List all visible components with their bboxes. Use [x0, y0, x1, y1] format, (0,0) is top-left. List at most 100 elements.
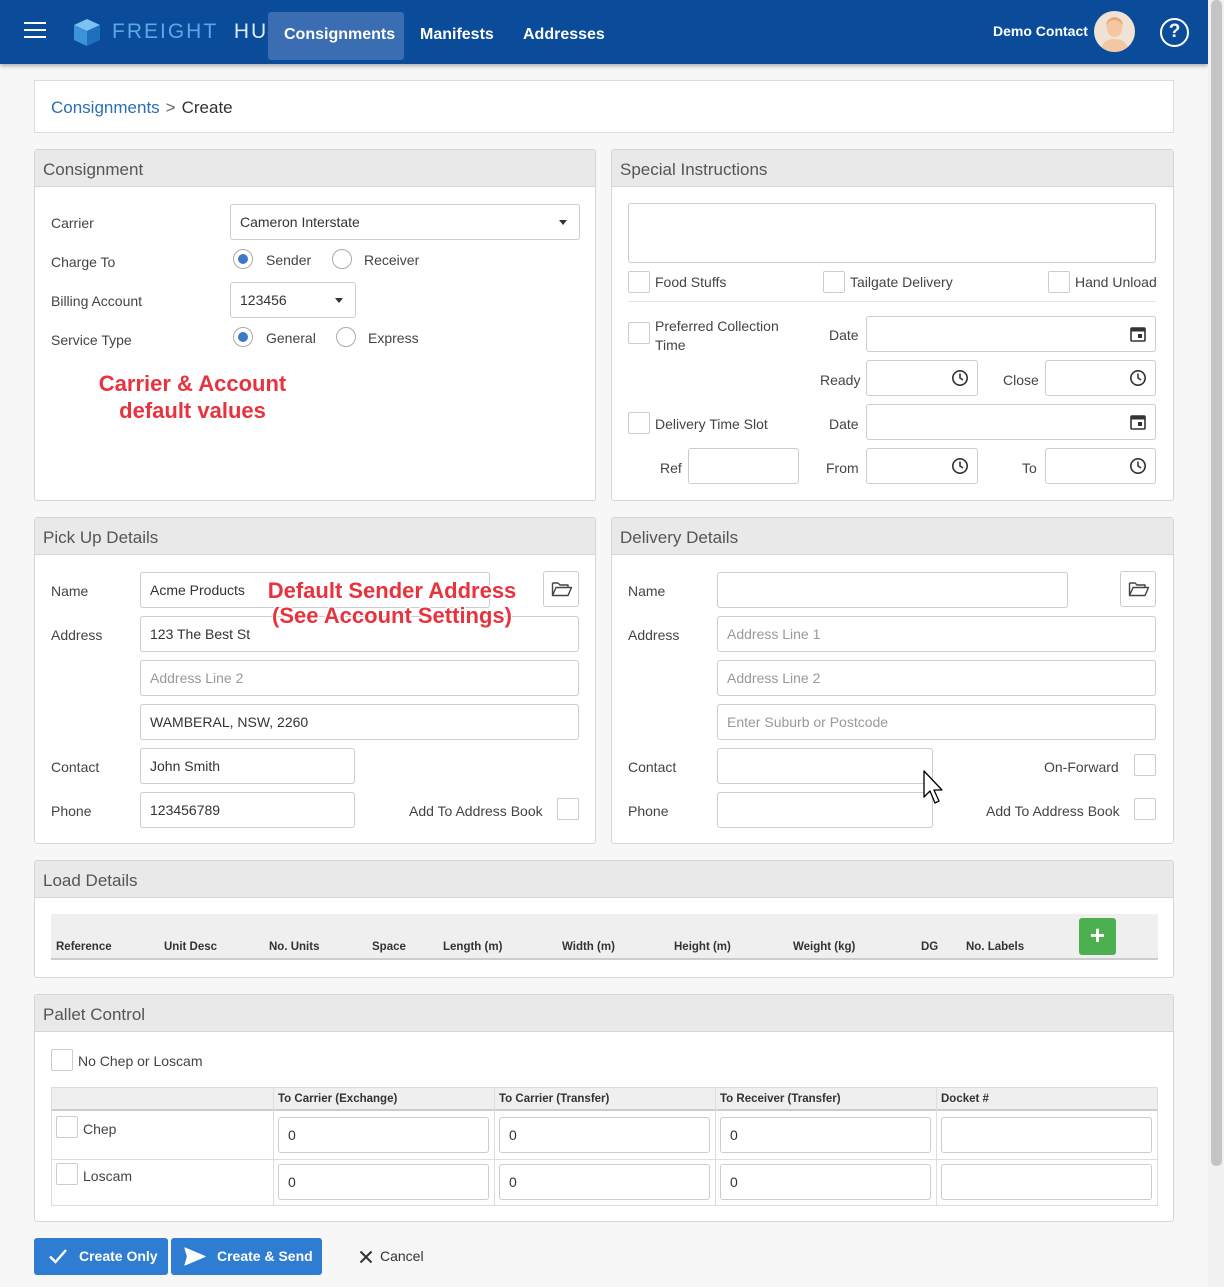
scrollbar-thumb[interactable]	[1211, 0, 1222, 1166]
clock-icon[interactable]	[951, 457, 969, 475]
tab-manifests[interactable]: Manifests	[404, 12, 510, 60]
charge-sender-radio[interactable]	[233, 249, 253, 269]
no-chep-loscam-checkbox[interactable]	[51, 1049, 73, 1071]
calendar-icon[interactable]	[1129, 325, 1147, 343]
user-name[interactable]: Demo Contact	[993, 23, 1088, 39]
loscam-receiver-transfer-input[interactable]: 0	[720, 1164, 931, 1200]
delivery-add-to-book-checkbox[interactable]	[1134, 798, 1156, 820]
service-general-label[interactable]: General	[266, 330, 316, 346]
carrier-label: Carrier	[51, 215, 94, 231]
delivery-contact-label: Contact	[628, 759, 677, 775]
ref-label: Ref	[660, 460, 682, 476]
slot-from-input[interactable]	[866, 448, 978, 484]
hand-unload-checkbox[interactable]	[1048, 271, 1070, 293]
delivery-add-to-book-label[interactable]: Add To Address Book	[986, 803, 1120, 819]
column-header: Unit Desc	[164, 941, 218, 953]
pickup-details-panel: Pick Up Details Name Acme Products Addre…	[34, 517, 596, 844]
pickup-address-line2-input[interactable]: Address Line 2	[140, 660, 579, 696]
service-express-radio[interactable]	[336, 327, 356, 347]
slot-to-input[interactable]	[1045, 448, 1156, 484]
calendar-icon[interactable]	[1129, 413, 1147, 431]
preferred-collection-label[interactable]: Preferred Collection Time	[655, 317, 779, 355]
pickup-suburb-input[interactable]: WAMBERAL, NSW, 2260	[140, 704, 579, 740]
breadcrumb-consignments-link[interactable]: Consignments	[51, 98, 160, 117]
hand-unload-label[interactable]: Hand Unload	[1075, 274, 1157, 290]
tab-consignments[interactable]: Consignments	[268, 12, 404, 60]
delivery-time-slot-label[interactable]: Delivery Time Slot	[655, 416, 768, 432]
billing-account-select[interactable]: 123456	[230, 282, 356, 318]
preferred-collection-checkbox[interactable]	[628, 322, 650, 344]
load-details-title: Load Details	[35, 861, 1173, 898]
loscam-carrier-exchange-input[interactable]: 0	[278, 1164, 489, 1200]
on-forward-label[interactable]: On-Forward	[1044, 759, 1119, 775]
service-general-radio[interactable]	[233, 327, 253, 347]
delivery-time-slot-checkbox[interactable]	[628, 412, 650, 434]
loscam-checkbox[interactable]	[56, 1163, 78, 1185]
pickup-add-to-book-label[interactable]: Add To Address Book	[409, 803, 543, 819]
pickup-address-book-button[interactable]	[543, 571, 579, 607]
ready-label: Ready	[820, 372, 861, 388]
create-only-label: Create Only	[79, 1248, 158, 1264]
menu-icon[interactable]	[24, 22, 46, 40]
clock-icon[interactable]	[1129, 369, 1147, 387]
chep-receiver-transfer-input[interactable]: 0	[720, 1117, 931, 1153]
help-icon[interactable]: ?	[1160, 18, 1189, 47]
charge-receiver-radio[interactable]	[332, 249, 352, 269]
delivery-contact-input[interactable]	[717, 748, 933, 784]
brand-logo[interactable]: FREIGHT HUB	[72, 16, 284, 48]
carrier-defaults-annotation: Carrier & Account default values	[75, 370, 310, 424]
consignment-panel: Consignment Carrier Cameron Interstate C…	[34, 149, 596, 501]
pallet-control-title: Pallet Control	[35, 995, 1173, 1032]
delivery-details-title: Delivery Details	[612, 518, 1173, 555]
pickup-add-to-book-checkbox[interactable]	[557, 798, 579, 820]
send-icon	[184, 1247, 206, 1266]
chep-label[interactable]: Chep	[83, 1121, 116, 1137]
no-chep-loscam-label[interactable]: No Chep or Loscam	[78, 1053, 203, 1069]
delivery-address-book-button[interactable]	[1120, 571, 1156, 607]
charge-sender-label[interactable]: Sender	[266, 252, 311, 268]
load-table-header: Reference Unit Desc No. Units Space Leng…	[51, 914, 1158, 960]
preferred-collection-label-line: Time	[655, 337, 686, 353]
column-header: No. Units	[269, 941, 320, 953]
delivery-phone-input[interactable]	[717, 792, 933, 828]
delivery-name-input[interactable]	[717, 572, 1068, 608]
loscam-label[interactable]: Loscam	[83, 1168, 132, 1184]
avatar[interactable]	[1094, 11, 1135, 52]
create-send-button[interactable]: Create & Send	[171, 1238, 322, 1275]
loscam-docket-input[interactable]	[941, 1164, 1152, 1200]
pickup-contact-input[interactable]: John Smith	[140, 748, 355, 784]
close-time-input[interactable]	[1045, 360, 1156, 396]
chep-carrier-exchange-input[interactable]: 0	[278, 1117, 489, 1153]
tailgate-delivery-checkbox[interactable]	[823, 271, 845, 293]
loscam-carrier-transfer-input[interactable]: 0	[499, 1164, 710, 1200]
ready-time-input[interactable]	[866, 360, 978, 396]
user-avatar-icon	[1100, 17, 1129, 52]
chep-checkbox[interactable]	[56, 1116, 78, 1138]
tailgate-delivery-label[interactable]: Tailgate Delivery	[850, 274, 953, 290]
chep-docket-input[interactable]	[941, 1117, 1152, 1153]
slot-ref-input[interactable]	[688, 448, 799, 484]
delivery-suburb-input[interactable]: Enter Suburb or Postcode	[717, 704, 1156, 740]
create-only-button[interactable]: Create Only	[34, 1238, 168, 1275]
collection-date-input[interactable]	[866, 316, 1156, 352]
delivery-address-line2-input[interactable]: Address Line 2	[717, 660, 1156, 696]
carrier-value: Cameron Interstate	[240, 214, 360, 230]
charge-receiver-label[interactable]: Receiver	[364, 252, 419, 268]
column-header: Weight (kg)	[793, 941, 856, 953]
food-stuffs-label[interactable]: Food Stuffs	[655, 274, 726, 290]
pickup-phone-input[interactable]: 123456789	[140, 792, 355, 828]
add-load-button[interactable]: +	[1079, 918, 1116, 955]
food-stuffs-checkbox[interactable]	[628, 271, 650, 293]
slot-date-input[interactable]	[866, 404, 1156, 440]
clock-icon[interactable]	[951, 369, 969, 387]
chep-carrier-transfer-input[interactable]: 0	[499, 1117, 710, 1153]
delivery-address-line1-input[interactable]: Address Line 1	[717, 616, 1156, 652]
cancel-button[interactable]: Cancel	[350, 1238, 432, 1275]
on-forward-checkbox[interactable]	[1134, 754, 1156, 776]
column-header: To Carrier (Exchange)	[278, 1093, 398, 1105]
special-instructions-textarea[interactable]	[628, 203, 1156, 263]
carrier-select[interactable]: Cameron Interstate	[230, 204, 580, 240]
service-express-label[interactable]: Express	[368, 330, 419, 346]
tab-addresses[interactable]: Addresses	[507, 12, 621, 60]
clock-icon[interactable]	[1129, 457, 1147, 475]
